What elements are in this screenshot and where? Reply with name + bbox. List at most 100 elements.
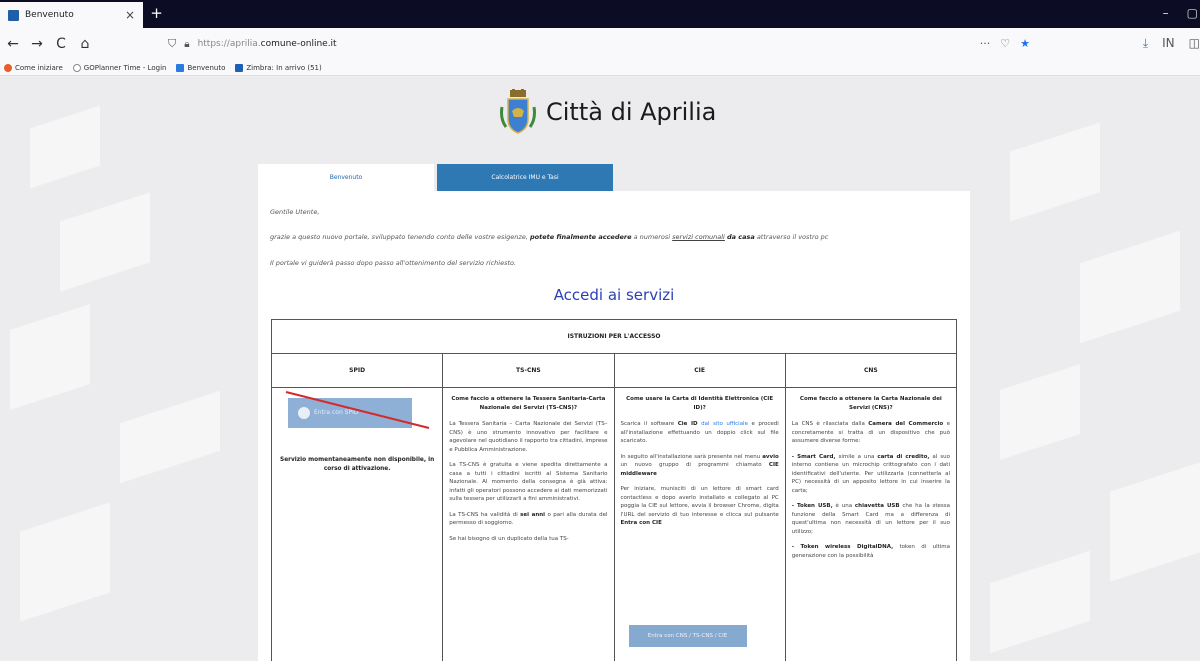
table-caption: ISTRUZIONI PER L'ACCESSO bbox=[272, 320, 956, 354]
intro-bold: da casa bbox=[726, 233, 755, 241]
text-bold: - Smart Card, bbox=[791, 453, 836, 460]
cns-paragraph: - Smart Card, simile a una carta di cred… bbox=[792, 453, 950, 496]
text-part: In seguito all'installazione sarà presen… bbox=[620, 453, 761, 460]
bookmark-item[interactable]: GOPlanner Time - Login bbox=[72, 63, 167, 72]
cie-official-site-link[interactable]: dal sito ufficiale bbox=[701, 421, 748, 427]
sidebar-icon[interactable]: ◫ bbox=[1189, 36, 1200, 51]
cns-cell: Come faccio a ottenere la Carta Nazional… bbox=[786, 388, 956, 661]
bookmark-item[interactable]: Come iniziare bbox=[4, 63, 63, 72]
reload-icon[interactable]: C bbox=[50, 36, 72, 52]
cie-title: Come usare la Carta di Identità Elettron… bbox=[626, 396, 774, 411]
forward-icon[interactable]: → bbox=[26, 36, 48, 52]
minimize-icon[interactable]: – bbox=[1163, 6, 1169, 20]
spid-cell: Entra con SPID Servizio momentaneamente … bbox=[272, 388, 444, 661]
url-prefix: https://aprilia. bbox=[197, 39, 261, 49]
maximize-icon[interactable]: ▢ bbox=[1187, 6, 1198, 20]
ts-cns-paragraph: La TS-CNS ha validità di sei anni o pari… bbox=[449, 511, 607, 528]
ts-cns-paragraph: La Tessera Sanitaria – Carta Nazionale d… bbox=[449, 421, 608, 453]
city-crest-icon bbox=[500, 89, 536, 134]
text-part: simile a una bbox=[838, 453, 875, 460]
library-icon[interactable]: IN bbox=[1162, 36, 1175, 51]
tab-close-icon[interactable]: × bbox=[125, 8, 135, 22]
tab-calcolatrice-imu[interactable]: Calcolatrice IMU e Tasi bbox=[437, 164, 613, 191]
background-decoration bbox=[990, 550, 1090, 654]
bookmark-label: Come iniziare bbox=[15, 63, 63, 72]
bookmark-star-icon[interactable]: ★ bbox=[1020, 37, 1030, 50]
text-part: La TS-CNS ha validità di bbox=[449, 511, 518, 518]
greeting-text: Gentile Utente, bbox=[270, 208, 320, 216]
cie-paragraph: Per iniziare, munisciti di un lettore di… bbox=[621, 485, 779, 528]
ts-cns-cell: Come faccio a ottenere la Tessera Sanita… bbox=[443, 388, 615, 661]
tab-title: Benvenuto bbox=[25, 10, 74, 20]
back-icon[interactable]: ← bbox=[2, 36, 24, 52]
background-decoration bbox=[120, 390, 220, 484]
bookmark-item[interactable]: Zimbra: In arrivo (51) bbox=[235, 63, 322, 72]
intro-bold: potete finalmente accedere bbox=[529, 233, 632, 241]
text-bold: chiavetta USB bbox=[854, 503, 900, 510]
table-header-row: SPID TS-CNS CIE CNS bbox=[272, 354, 956, 388]
content-panel: Gentile Utente, grazie a questo nuovo po… bbox=[258, 191, 970, 661]
shield-icon[interactable]: ⛉ bbox=[168, 37, 176, 51]
column-header-spid: SPID bbox=[272, 354, 444, 387]
text-bold: - Token wireless DigitalDNA, bbox=[791, 544, 894, 551]
text-bold: Camera del Commercio bbox=[868, 421, 944, 428]
cie-paragraph: In seguito all'installazione sarà presen… bbox=[621, 453, 779, 479]
lock-icon[interactable]: 🔒︎ bbox=[184, 39, 189, 50]
pocket-icon[interactable]: ♡ bbox=[1000, 37, 1010, 50]
ts-cns-paragraph: La TS-CNS è gratuita e viene spedita dir… bbox=[449, 462, 608, 503]
cns-cie-login-button[interactable]: Entra con CNS / TS-CNS / CIE bbox=[628, 625, 747, 647]
navigation-bar: ← → C ⌂ ⛉ 🔒︎ https://aprilia. comune-onl… bbox=[0, 28, 1200, 60]
cie-cell: Come usare la Carta di Identità Elettron… bbox=[615, 388, 786, 661]
page-viewport: Città di Aprilia Benvenuto Calcolatrice … bbox=[0, 77, 1200, 661]
access-instructions-table: ISTRUZIONI PER L'ACCESSO SPID TS-CNS CIE… bbox=[271, 319, 957, 661]
site-icon bbox=[176, 63, 185, 72]
bookmark-item[interactable]: Benvenuto bbox=[176, 63, 225, 72]
text-part: un nuovo gruppo di programmi chiamato bbox=[620, 462, 762, 469]
column-header-ts-cns: TS-CNS bbox=[443, 354, 615, 387]
download-icon[interactable]: ⤓ bbox=[1143, 36, 1148, 51]
intro-part: attraverso il vostro pc bbox=[756, 233, 829, 241]
url-domain: comune-online.it bbox=[260, 39, 337, 49]
text-part: è una bbox=[835, 503, 853, 510]
text-bold: carta di credito, bbox=[877, 453, 930, 460]
background-decoration bbox=[1080, 230, 1180, 344]
column-header-cie: CIE bbox=[615, 354, 786, 387]
bookmark-label: GOPlanner Time - Login bbox=[83, 63, 167, 72]
clock-icon bbox=[72, 63, 81, 72]
background-decoration bbox=[1010, 122, 1100, 222]
bookmark-label: Zimbra: In arrivo (51) bbox=[246, 63, 322, 72]
text-bold: Cie ID bbox=[677, 421, 698, 428]
page-actions-icon[interactable]: ··· bbox=[980, 37, 991, 50]
tab-benvenuto[interactable]: Benvenuto bbox=[258, 164, 434, 191]
home-icon[interactable]: ⌂ bbox=[74, 36, 96, 52]
ts-cns-paragraph: Se hai bisogno di un duplicato della tua… bbox=[449, 535, 569, 542]
cns-paragraph: - Token wireless DigitalDNA, token di ul… bbox=[792, 543, 950, 560]
firefox-icon bbox=[4, 63, 12, 72]
intro-part: a numerosi bbox=[633, 233, 671, 241]
site-header: Città di Aprilia bbox=[498, 89, 716, 135]
cns-title: Come faccio a ottenere la Carta Nazional… bbox=[799, 396, 942, 411]
column-header-cns: CNS bbox=[864, 367, 878, 374]
background-decoration bbox=[30, 105, 100, 189]
ts-cns-title: Come faccio a ottenere la Tessera Sanita… bbox=[451, 396, 606, 411]
disabled-strike-mark bbox=[285, 391, 430, 429]
background-decoration bbox=[20, 502, 110, 622]
section-heading: Accedi ai servizi bbox=[553, 286, 675, 304]
table-body-row: Entra con SPID Servizio momentaneamente … bbox=[272, 388, 956, 661]
intro-part: grazie a questo nuovo portale, sviluppat… bbox=[270, 233, 528, 241]
browser-tab[interactable]: Benvenuto × bbox=[0, 2, 143, 28]
text-bold: sei anni bbox=[520, 511, 546, 518]
text-part: Scarica il software bbox=[620, 421, 675, 428]
background-decoration bbox=[1110, 462, 1200, 582]
text-bold: - Token USB, bbox=[791, 503, 833, 510]
zimbra-icon bbox=[235, 63, 244, 72]
page-tabs: Benvenuto Calcolatrice IMU e Tasi bbox=[258, 164, 613, 191]
background-decoration bbox=[10, 304, 90, 410]
text-part: La CNS è rilasciata dalla bbox=[791, 421, 865, 428]
background-decoration bbox=[1000, 364, 1080, 460]
site-title: Città di Aprilia bbox=[546, 98, 717, 126]
tab-favicon-icon bbox=[8, 9, 19, 21]
new-tab-button[interactable]: + bbox=[148, 5, 165, 22]
address-bar[interactable]: ⛉ 🔒︎ https://aprilia. comune-online.it ·… bbox=[160, 32, 1040, 56]
servizi-comunali-link[interactable]: servizi comunali bbox=[672, 233, 725, 241]
